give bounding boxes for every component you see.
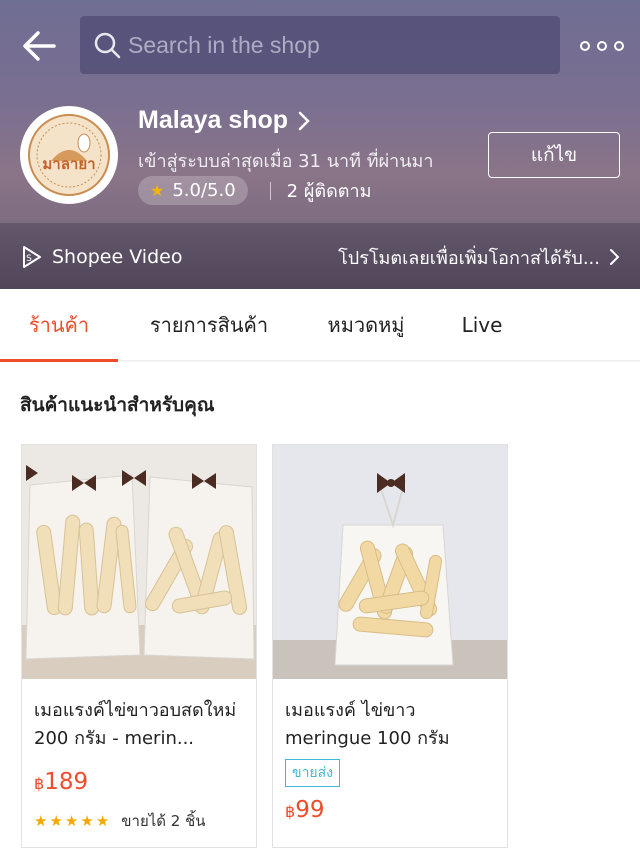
promote-link[interactable]: โปรโมตเลยเพื่อเพิ่มโอกาสได้รับ...: [338, 243, 622, 272]
shop-name: Malaya shop: [138, 106, 289, 134]
tab-categories[interactable]: หมวดหมู่: [300, 289, 432, 361]
recommended-section: สินค้าแนะนำสำหรับคุณ เมอแรงค์ไข่ขาวอบสดใ…: [0, 362, 640, 856]
product-name: เมอแรงค์ไข่ขาวอบสดใหม่ 200 กรัม - merin.…: [34, 700, 237, 749]
rating-value: 5.0/5.0: [172, 180, 236, 201]
dot-icon: [614, 41, 624, 51]
rating-badge: ★ 5.0/5.0: [138, 176, 248, 205]
svg-text:S: S: [26, 254, 32, 264]
dot-icon: [597, 41, 607, 51]
followers-count: 2 ผู้ติดตาม: [286, 181, 372, 202]
shop-name-row[interactable]: Malaya shop: [138, 106, 312, 135]
shop-logo-icon: มาลายา: [23, 109, 115, 201]
tab-shop[interactable]: ร้านค้า: [0, 289, 118, 362]
tab-label: ร้านค้า: [28, 313, 90, 337]
more-options-button[interactable]: [580, 30, 624, 62]
wholesale-badge: ขายส่ง: [285, 759, 341, 787]
star-icon: ★: [64, 812, 79, 830]
star-icon: ★: [49, 812, 63, 830]
back-button[interactable]: [18, 24, 62, 68]
shop-header: มาลายา Malaya shop เข้าสู่ระบบล่าสุดเมื่…: [0, 0, 640, 289]
last-login-status: เข้าสู่ระบบล่าสุดเมื่อ 31 นาที ที่ผ่านมา: [138, 151, 434, 172]
divider: [269, 181, 271, 200]
tab-label: Live: [461, 313, 503, 337]
price-value: 189: [44, 769, 89, 795]
tab-products[interactable]: รายการสินค้า: [118, 289, 300, 361]
product-price: ฿99: [273, 787, 507, 823]
product-image: [273, 445, 507, 679]
dot-icon: [580, 41, 590, 51]
search-icon: [94, 32, 121, 59]
section-title: สินค้าแนะนำสำหรับคุณ: [20, 394, 215, 416]
tab-live[interactable]: Live: [432, 289, 532, 361]
price-value: 99: [295, 797, 325, 823]
rating-row: ★ 5.0/5.0 2 ผู้ติดตาม: [138, 176, 371, 205]
star-icon: ★: [80, 812, 94, 830]
shopee-video-bar: S Shopee Video โปรโมตเลยเพื่อเพิ่มโอกาสไ…: [0, 224, 640, 289]
search-input[interactable]: [128, 31, 528, 59]
currency-symbol: ฿: [34, 774, 45, 793]
back-arrow-icon: [23, 31, 56, 61]
shop-tabs: ร้านค้า รายการสินค้า หมวดหมู่ Live: [0, 289, 640, 362]
shop-info: มาลายา Malaya shop เข้าสู่ระบบล่าสุดเมื่…: [20, 106, 620, 216]
product-price: ฿189: [22, 757, 256, 795]
tab-label: หมวดหมู่: [327, 313, 405, 337]
top-bar: [0, 16, 640, 76]
product-card[interactable]: เมอแรงค์ไข่ขาวอบสดใหม่ 200 กรัม - merin.…: [21, 444, 257, 848]
edit-shop-button[interactable]: แก้ไข: [488, 132, 620, 178]
shop-avatar[interactable]: มาลายา: [20, 106, 118, 204]
product-name: เมอแรงค์ ไข่ขาว meringue 100 กรัม: [285, 700, 450, 749]
promote-text: โปรโมตเลยเพื่อเพิ่มโอกาสได้รับ...: [338, 247, 600, 269]
star-icon: ★: [95, 812, 110, 830]
shop-search-box[interactable]: [80, 16, 560, 74]
chevron-right-icon: [298, 111, 310, 130]
product-card[interactable]: เมอแรงค์ ไข่ขาว meringue 100 กรัม ขายส่ง…: [272, 444, 508, 848]
star-icon: ★: [150, 181, 165, 200]
product-image: [22, 445, 256, 679]
sold-count: ขายได้ 2 ชิ้น: [121, 812, 206, 830]
tab-label: รายการสินค้า: [149, 313, 269, 337]
svg-text:มาลายา: มาลายา: [42, 155, 95, 173]
shopee-video-label: Shopee Video: [52, 246, 183, 268]
star-icon: ★: [34, 812, 48, 830]
shopee-video-link[interactable]: S Shopee Video: [18, 244, 182, 270]
chevron-right-icon: [610, 249, 620, 265]
shopee-video-icon: S: [23, 246, 41, 268]
rating-row: ★ ★ ★ ★ ★ ขายได้ 2 ชิ้น: [22, 795, 256, 833]
currency-symbol: ฿: [285, 802, 296, 821]
